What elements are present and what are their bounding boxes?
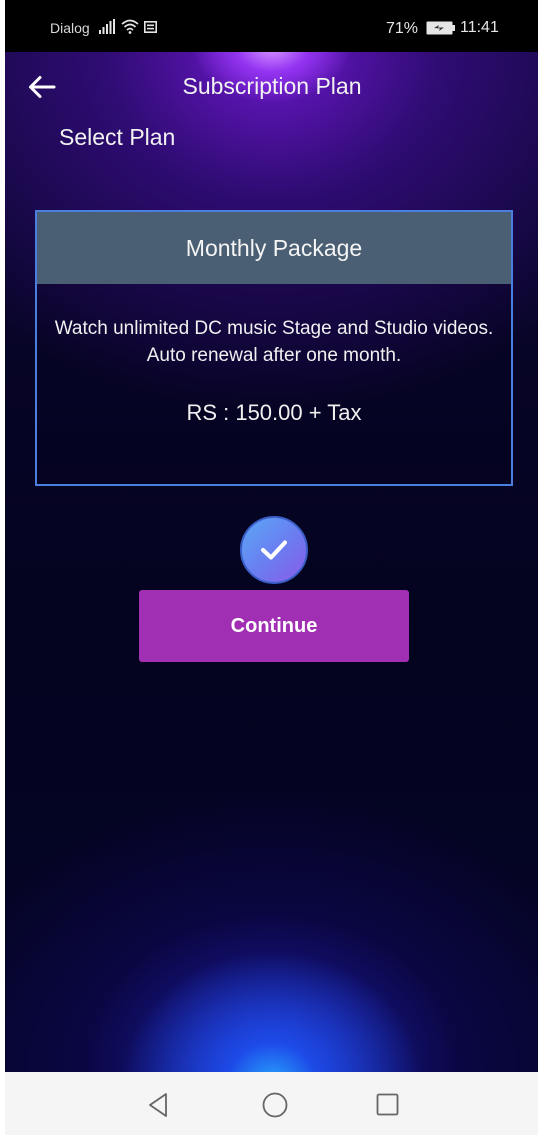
page-title-text: Subscription Plan <box>182 73 362 99</box>
circle-home-icon[interactable] <box>262 1092 288 1118</box>
plan-price: RS : 150.00 + Tax <box>186 400 362 425</box>
triangle-back-icon[interactable] <box>147 1092 169 1118</box>
select-plan-label: Select Plan <box>59 124 176 150</box>
plan-description: Watch unlimited DC music Stage and Studi… <box>54 318 494 366</box>
phone-frame: Dialog 71% 11:41 Subscription Plan Selec… <box>5 0 538 1135</box>
battery-percentage: 71% <box>386 20 419 37</box>
square-recents-icon[interactable] <box>376 1093 399 1116</box>
status-bar: Dialog 71% 11:41 <box>5 0 538 52</box>
signal-icon <box>99 19 115 34</box>
checkmark-icon <box>260 540 288 560</box>
subscription-screen: Subscription Plan Select Plan Monthly Pa… <box>5 52 538 1072</box>
clock: 11:41 <box>460 19 499 36</box>
carrier-name: Dialog <box>50 20 90 36</box>
monthly-plan-card[interactable]: Monthly Package Watch unlimited DC music… <box>35 210 513 486</box>
system-nav-bar <box>5 1072 538 1135</box>
plan-selected-badge[interactable] <box>240 516 308 584</box>
message-icon <box>144 21 157 33</box>
page-title: Subscription Plan <box>5 73 538 100</box>
plan-name: Monthly Package <box>37 212 511 284</box>
battery-icon <box>426 21 455 35</box>
continue-button[interactable]: Continue <box>139 590 409 662</box>
wifi-icon <box>121 19 139 34</box>
